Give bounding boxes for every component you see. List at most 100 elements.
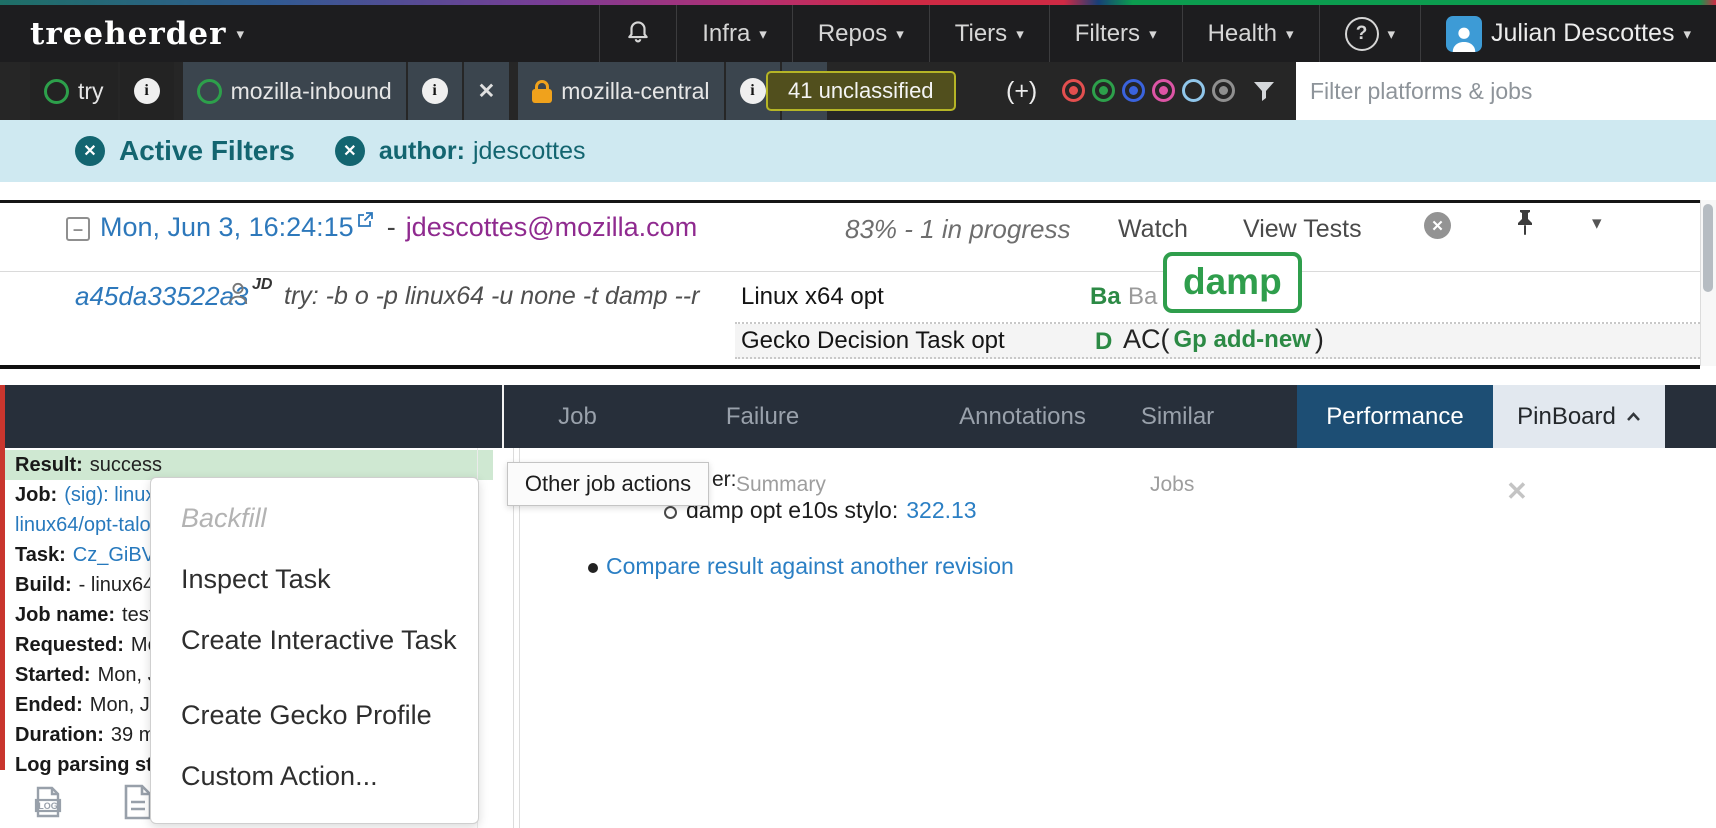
chevron-down-icon: ▾ bbox=[1683, 25, 1691, 43]
detail-value: success bbox=[90, 454, 162, 477]
commit-revision-link[interactable]: a45da33522a3 bbox=[75, 281, 249, 312]
paren-close: ) bbox=[1315, 324, 1324, 355]
open-tree-icon bbox=[44, 79, 69, 104]
jobs-heading: Jobs bbox=[1150, 473, 1194, 497]
menu-item-create-interactive-task[interactable]: Create Interactive Task bbox=[151, 610, 478, 671]
job-button-ba-pending[interactable]: Ba bbox=[1128, 283, 1157, 311]
cancel-all-jobs-icon[interactable]: ✕ bbox=[1424, 212, 1451, 239]
repo-mozilla-inbound-info-button[interactable]: i bbox=[408, 62, 462, 120]
clear-filters-icon[interactable]: ✕ bbox=[75, 136, 105, 166]
detail-label: Result: bbox=[15, 454, 83, 477]
nav-menu-repos[interactable]: Repos ▾ bbox=[792, 5, 929, 62]
push-date-link[interactable]: Mon, Jun 3, 16:24:15 bbox=[100, 212, 354, 243]
panelnav-divider bbox=[502, 385, 504, 448]
detail-label: Ended: bbox=[15, 694, 83, 717]
help-menu[interactable]: ? ▾ bbox=[1319, 5, 1421, 62]
classification-dot-lightblue[interactable] bbox=[1182, 79, 1205, 102]
watch-button[interactable]: Watch bbox=[1118, 215, 1188, 244]
pin-push-icon[interactable] bbox=[1514, 208, 1536, 243]
open-tree-icon bbox=[197, 79, 222, 104]
tab-similar[interactable]: Similar bbox=[1115, 385, 1240, 448]
watched-repos-bar: try i mozilla-inbound i ✕ mozilla-centra… bbox=[0, 62, 1716, 120]
classification-filter-dots bbox=[1062, 79, 1235, 102]
filter-funnel-icon[interactable] bbox=[1252, 79, 1276, 108]
classification-dot-blue[interactable] bbox=[1122, 79, 1145, 102]
nav-menu-filters[interactable]: Filters ▾ bbox=[1049, 5, 1182, 62]
chevron-down-icon: ▾ bbox=[1149, 25, 1157, 43]
nav-menu-infra[interactable]: Infra ▾ bbox=[676, 5, 792, 62]
perf-value-link[interactable]: 322.13 bbox=[906, 497, 976, 523]
details-panel-top-border bbox=[0, 365, 1700, 369]
external-link-icon[interactable] bbox=[357, 212, 373, 233]
scrollbar-thumb[interactable] bbox=[1703, 204, 1713, 292]
classification-dot-green[interactable] bbox=[1092, 79, 1115, 102]
user-menu[interactable]: Julian Descottes ▾ bbox=[1420, 5, 1716, 62]
menu-item-backfill[interactable]: Backfill bbox=[151, 488, 478, 549]
tab-annotations[interactable]: Annotations bbox=[940, 385, 1105, 448]
top-navbar: treeherder ▾ Infra ▾ Repos ▾ Tiers ▾ bbox=[0, 5, 1716, 62]
chevron-down-icon: ▾ bbox=[759, 25, 767, 43]
other-job-actions-tooltip: Other job actions bbox=[507, 462, 709, 506]
summary-heading: Summary bbox=[736, 473, 826, 497]
menu-item-custom-action[interactable]: Custom Action... bbox=[151, 746, 478, 807]
classification-dot-pink[interactable] bbox=[1152, 79, 1175, 102]
job-button-gp-add-new[interactable]: Gp add-new bbox=[1174, 326, 1311, 354]
compare-revision-link[interactable]: Compare result against another revision bbox=[606, 553, 1014, 580]
push-actions-caret[interactable]: ▾ bbox=[1592, 212, 1602, 234]
job-signature-link[interactable]: (sig): linux bbox=[64, 484, 155, 507]
repo-mozilla-inbound[interactable]: mozilla-inbound bbox=[183, 62, 406, 120]
detail-row-result: Result: success bbox=[5, 450, 493, 480]
remove-author-filter-icon[interactable]: ✕ bbox=[335, 136, 365, 166]
detail-label: Task: bbox=[15, 544, 66, 567]
nav-menu-tiers[interactable]: Tiers ▾ bbox=[929, 5, 1049, 62]
chevron-down-icon: ▾ bbox=[236, 25, 245, 43]
detail-label: Log parsing sta bbox=[15, 754, 164, 777]
info-icon: i bbox=[134, 78, 160, 104]
tab-failure[interactable]: Failure bbox=[690, 385, 835, 448]
menu-item-create-gecko-profile[interactable]: Create Gecko Profile bbox=[151, 685, 478, 746]
push-area-top-border bbox=[0, 200, 1700, 203]
tab-job[interactable]: Job bbox=[520, 385, 635, 448]
job-name-link[interactable]: linux64/opt-talos bbox=[15, 514, 161, 537]
repobar-gap bbox=[176, 62, 183, 120]
commit-author-initials: JD bbox=[252, 276, 272, 294]
job-button-ba-done[interactable]: Ba bbox=[1090, 283, 1121, 311]
repo-mozilla-central[interactable]: mozilla-central bbox=[518, 62, 723, 120]
tab-performance[interactable]: Performance bbox=[1297, 385, 1493, 448]
nav-right-group: Infra ▾ Repos ▾ Tiers ▾ Filters ▾ Health… bbox=[599, 5, 1716, 62]
repo-try-info-button[interactable]: i bbox=[120, 62, 174, 120]
notifications-button[interactable] bbox=[599, 5, 676, 62]
job-button-decision[interactable]: D bbox=[1095, 328, 1112, 356]
toggle-in-progress-button[interactable]: (+) bbox=[1006, 77, 1037, 106]
repo-try[interactable]: try bbox=[30, 62, 118, 120]
commit-message: try: -b o -p linux64 -u none -t damp --r bbox=[284, 282, 732, 311]
classification-dot-red[interactable] bbox=[1062, 79, 1085, 102]
classification-dot-gray[interactable] bbox=[1212, 79, 1235, 102]
log-viewer-icon[interactable]: LOG bbox=[30, 784, 66, 825]
detail-label: Job name: bbox=[15, 604, 115, 627]
perf-summary-item: damp opt e10s stylo:322.13 bbox=[686, 497, 977, 524]
push-progress-status[interactable]: 83% - 1 in progress bbox=[845, 214, 1070, 245]
lock-icon bbox=[532, 89, 552, 103]
selected-job-damp[interactable]: damp bbox=[1163, 252, 1302, 313]
detail-value: Mon, J bbox=[98, 664, 158, 687]
pinboard-toggle-button[interactable]: PinBoard bbox=[1493, 385, 1665, 448]
user-name: Julian Descottes bbox=[1491, 19, 1674, 48]
nav-menu-label: Tiers bbox=[955, 20, 1007, 48]
job-letters[interactable]: AC bbox=[1123, 324, 1161, 355]
treeherder-logo[interactable]: treeherder ▾ bbox=[30, 16, 245, 52]
filter-platforms-jobs-input[interactable] bbox=[1296, 62, 1716, 120]
unclassified-failures-badge[interactable]: 41 unclassified bbox=[766, 71, 956, 111]
push-author-email-link[interactable]: jdescottes@mozilla.com bbox=[406, 212, 698, 243]
menu-item-inspect-task[interactable]: Inspect Task bbox=[151, 549, 478, 610]
info-icon: i bbox=[740, 78, 766, 104]
job-table: Linux x64 opt Ba Ba damp Gecko Decision … bbox=[735, 272, 1700, 359]
commit-author-icon bbox=[227, 281, 249, 310]
collapse-push-button[interactable]: – bbox=[66, 217, 90, 241]
view-tests-button[interactable]: View Tests bbox=[1243, 215, 1362, 244]
nav-menu-health[interactable]: Health ▾ bbox=[1182, 5, 1319, 62]
chevron-down-icon: ▾ bbox=[1388, 25, 1396, 43]
close-icon[interactable]: ✕ bbox=[1506, 476, 1528, 507]
repo-mozilla-inbound-close-button[interactable]: ✕ bbox=[464, 62, 510, 120]
active-filters-title: Active Filters bbox=[119, 135, 295, 167]
